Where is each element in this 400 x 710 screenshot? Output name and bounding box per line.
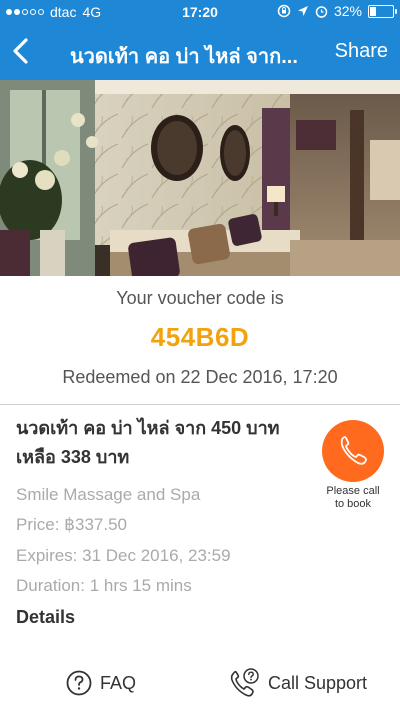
top-bar: dtac 4G 17:20 32% นวดเท้า คอ บ่า ไหล่ จา… — [0, 0, 400, 80]
phone-question-icon — [230, 668, 259, 697]
deal-title-line-1: นวดเท้า คอ บ่า ไหล่ จาก 450 บาท — [16, 418, 280, 438]
call-support-button[interactable]: Call Support — [228, 668, 367, 698]
footer: FAQ Call Support — [0, 664, 400, 704]
battery-icon — [368, 4, 397, 18]
call-label-line-1: Please call — [326, 485, 380, 497]
share-button[interactable]: Share — [335, 40, 388, 63]
details-link[interactable]: Details — [16, 607, 75, 628]
faq-label: FAQ — [100, 672, 137, 693]
call-to-book-label: Please call to book — [318, 485, 388, 511]
deal-title-line-2: เหลือ 338 บาท — [16, 447, 130, 467]
voucher-code: 454B6D — [150, 322, 250, 352]
question-circle-icon — [66, 670, 92, 696]
deal-details: นวดเท้า คอ บ่า ไหล่ จาก 450 บาท เหลือ 33… — [16, 414, 316, 627]
price: Price: ฿337.50 — [16, 515, 127, 534]
voucher-section: Your voucher code is 454B6D Redeemed on … — [0, 276, 400, 404]
battery-percent: 32% — [333, 3, 362, 19]
call-button[interactable] — [322, 420, 384, 482]
page-title: นวดเท้า คอ บ่า ไหล่ จาก... — [70, 46, 298, 68]
rotation-lock-icon — [277, 4, 291, 18]
redeemed-date: Redeemed on 22 Dec 2016, 17:20 — [62, 367, 338, 387]
call-label-line-2: to book — [334, 498, 372, 510]
expiry-date: Expires: 31 Dec 2016, 23:59 — [16, 546, 231, 565]
status-right: 32% — [277, 3, 397, 19]
spa-photo — [0, 80, 400, 276]
voucher-code-label: Your voucher code is — [116, 288, 284, 308]
faq-button[interactable]: FAQ — [66, 670, 136, 696]
phone-icon — [340, 436, 367, 465]
location-arrow-icon — [297, 6, 308, 16]
status-bar: dtac 4G 17:20 32% — [0, 0, 400, 24]
call-support-label: Call Support — [268, 672, 368, 693]
navigation-bar: นวดเท้า คอ บ่า ไหล่ จาก... Share — [0, 28, 400, 78]
alarm-clock-icon — [315, 5, 328, 18]
section-divider — [0, 404, 400, 405]
merchant-name: Smile Massage and Spa — [16, 485, 201, 504]
duration: Duration: 1 hrs 15 mins — [16, 576, 192, 595]
back-button[interactable] — [8, 36, 36, 66]
chevron-left-icon — [13, 38, 28, 64]
